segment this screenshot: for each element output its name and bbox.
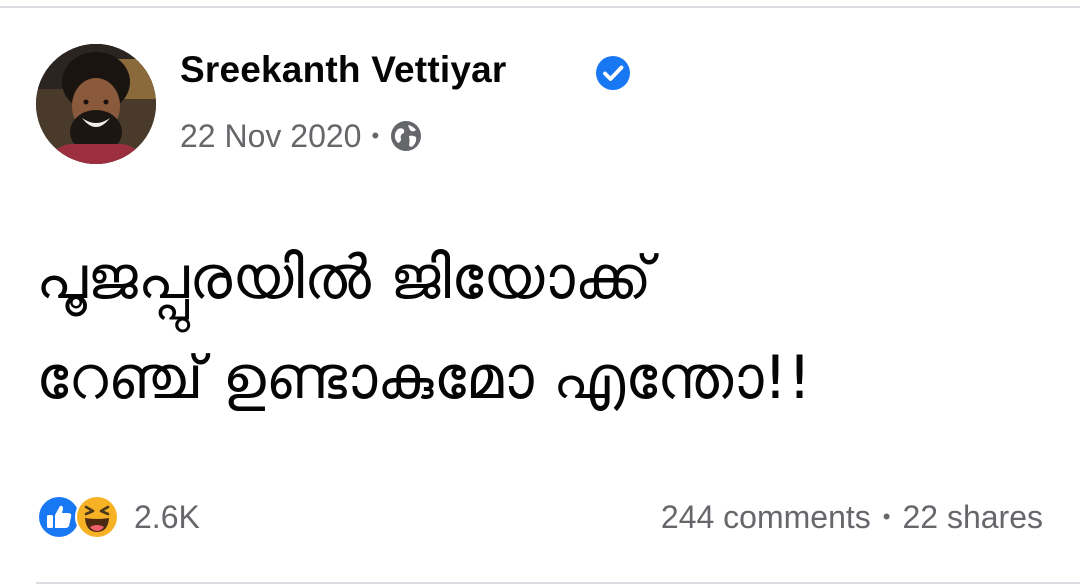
haha-icon xyxy=(75,495,119,539)
post-text: പൂജപ്പുരയിൽ ജിയോക്ക് റേഞ്ച് ഉണ്ടാകുമോ എന… xyxy=(36,228,1046,428)
bottom-divider xyxy=(36,582,1080,584)
engagement-separator: • xyxy=(882,504,891,529)
verified-badge-icon xyxy=(596,56,630,90)
shares-count-link[interactable]: 22 shares xyxy=(902,499,1043,536)
post-date[interactable]: 22 Nov 2020 xyxy=(180,118,361,155)
engagement-stats: 244 comments • 22 shares xyxy=(661,493,1043,541)
comments-count-link[interactable]: 244 comments xyxy=(661,499,871,536)
reaction-count: 2.6K xyxy=(134,498,200,535)
reactions-summary[interactable]: 2.6K xyxy=(36,493,200,541)
post-meta: 22 Nov 2020 • xyxy=(180,116,423,156)
meta-separator: • xyxy=(371,123,380,148)
avatar[interactable] xyxy=(36,44,156,164)
author-name[interactable]: Sreekanth Vettiyar xyxy=(180,49,506,91)
post-text-line: റേഞ്ച് ഉണ്ടാകുമോ എന്തോ!! xyxy=(36,343,812,413)
avatar-image xyxy=(36,44,156,164)
top-divider xyxy=(0,6,1080,8)
post-text-line: പൂജപ്പുരയിൽ ജിയോക്ക് xyxy=(36,243,652,313)
globe-icon[interactable] xyxy=(389,119,423,153)
